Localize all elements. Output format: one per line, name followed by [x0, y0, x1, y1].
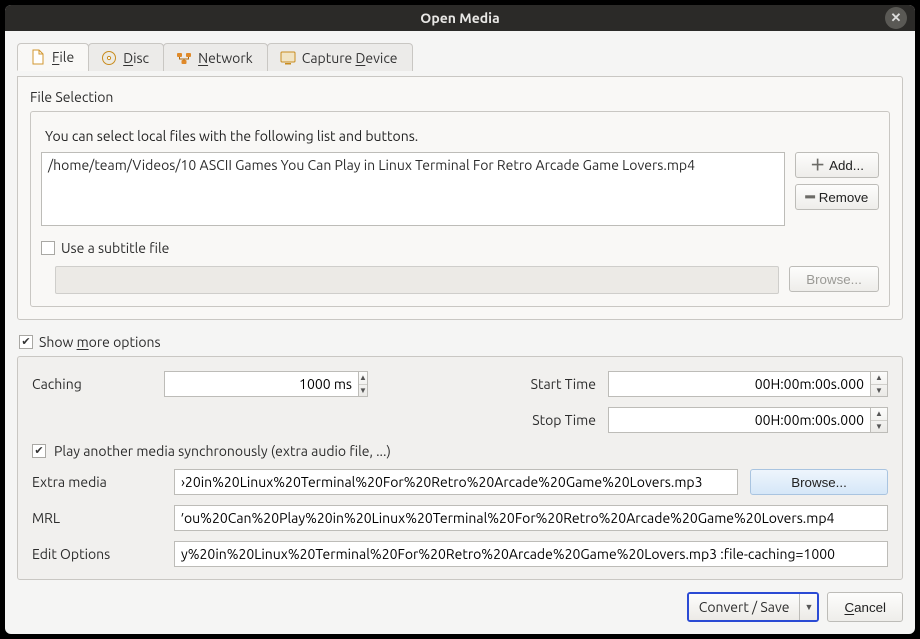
convert-save-button[interactable]: Convert / Save [689, 594, 800, 620]
tab-disc-label: Disc [123, 50, 149, 66]
network-icon [176, 50, 192, 66]
more-options-panel: Caching ▲▼ Start Time ▲▼ Stop Time [17, 356, 903, 580]
file-tab-panel: File Selection You can select local file… [17, 76, 903, 320]
start-time-label: Start Time [516, 376, 596, 392]
edit-options-label: Edit Options [32, 546, 162, 562]
file-selection-heading: File Selection [30, 89, 890, 105]
start-time-spin-buttons[interactable]: ▲▼ [870, 371, 888, 397]
chevron-up-icon: ▲ [359, 372, 367, 385]
dialog-content: File Disc Network Capture Device [5, 31, 915, 634]
caching-label: Caching [32, 376, 152, 392]
convert-save-dropdown-toggle[interactable]: ▼ [799, 594, 817, 620]
tab-file-label: File [52, 49, 74, 65]
add-file-button[interactable]: ＋ Add... [795, 152, 879, 178]
chevron-up-icon: ▲ [871, 408, 887, 421]
edit-options-input[interactable] [174, 541, 888, 567]
plus-icon: ＋ [810, 158, 825, 173]
add-file-label: Add... [829, 158, 864, 173]
stop-time-label: Stop Time [516, 412, 596, 428]
minus-icon: ━ [806, 190, 815, 205]
chevron-down-icon: ▼ [871, 385, 887, 397]
cancel-button[interactable]: Cancel [827, 592, 903, 622]
start-time-input[interactable] [608, 371, 870, 397]
chevron-up-icon: ▲ [871, 372, 887, 385]
show-more-options-label: Show more options [39, 334, 161, 350]
dialog-footer: Convert / Save ▼ Cancel [17, 592, 903, 622]
chevron-down-icon: ▼ [871, 421, 887, 433]
remove-file-button[interactable]: ━ Remove [795, 184, 879, 210]
stop-time-spin-buttons[interactable]: ▲▼ [870, 407, 888, 433]
open-media-dialog: Open Media ✕ File Disc Network [5, 5, 915, 634]
stop-time-spinbox[interactable]: ▲▼ [608, 407, 888, 433]
start-time-spinbox[interactable]: ▲▼ [608, 371, 888, 397]
caching-spinbox[interactable]: ▲▼ [164, 371, 264, 397]
convert-save-split-button[interactable]: Convert / Save ▼ [687, 592, 820, 622]
chevron-down-icon: ▼ [359, 385, 367, 397]
disc-icon [101, 50, 117, 66]
mrl-input[interactable] [174, 505, 888, 531]
window-close-button[interactable]: ✕ [885, 7, 907, 29]
tab-file[interactable]: File [17, 43, 89, 71]
titlebar: Open Media ✕ [5, 5, 915, 31]
tabstrip: File Disc Network Capture Device [17, 43, 903, 71]
subtitle-path-input [55, 266, 779, 294]
show-more-options-checkbox[interactable] [19, 335, 33, 349]
window-title: Open Media [420, 10, 499, 26]
tab-capture-label: Capture Device [302, 50, 398, 66]
caching-input[interactable] [164, 371, 358, 397]
use-subtitle-checkbox[interactable] [41, 241, 55, 255]
extra-media-label: Extra media [32, 474, 162, 490]
play-sync-label: Play another media synchronously (extra … [54, 443, 391, 459]
file-list[interactable]: /home/team/Videos/10 ASCII Games You Can… [41, 152, 785, 226]
extra-media-input[interactable] [174, 469, 738, 495]
tab-network[interactable]: Network [163, 43, 268, 71]
tab-network-label: Network [198, 50, 253, 66]
file-selection-hint: You can select local files with the foll… [45, 128, 875, 144]
caching-spin-buttons[interactable]: ▲▼ [358, 371, 368, 397]
file-list-item[interactable]: /home/team/Videos/10 ASCII Games You Can… [48, 157, 778, 173]
mrl-label: MRL [32, 510, 162, 526]
file-icon [30, 49, 46, 65]
play-sync-checkbox[interactable] [32, 444, 46, 458]
tab-capture-device[interactable]: Capture Device [267, 43, 413, 71]
extra-media-browse-button[interactable]: Browse... [750, 469, 888, 495]
tab-disc[interactable]: Disc [88, 43, 164, 71]
capture-device-icon [280, 50, 296, 66]
subtitle-browse-button: Browse... [789, 266, 879, 292]
file-selection-group: You can select local files with the foll… [30, 111, 890, 307]
stop-time-input[interactable] [608, 407, 870, 433]
remove-file-label: Remove [819, 190, 869, 205]
use-subtitle-label: Use a subtitle file [61, 240, 169, 256]
